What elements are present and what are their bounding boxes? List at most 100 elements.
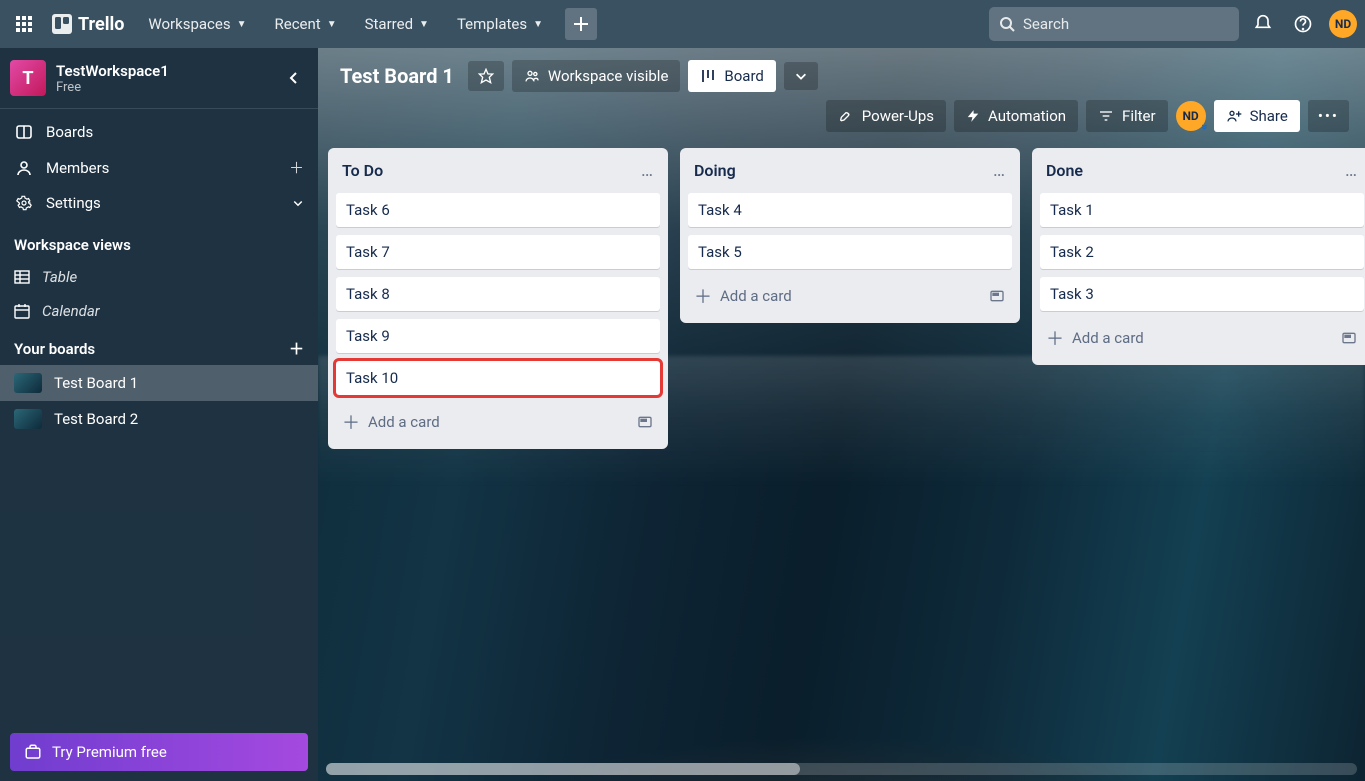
list-menu-button[interactable]: …	[993, 160, 1006, 181]
list-title[interactable]: Doing	[694, 161, 736, 180]
help-button[interactable]	[1287, 8, 1319, 40]
powerups-button[interactable]: Power-Ups	[826, 100, 946, 132]
bell-icon	[1253, 14, 1273, 34]
view-switch-dropdown[interactable]	[784, 62, 818, 90]
nav-workspaces[interactable]: Workspaces ▼	[136, 9, 258, 39]
workspace-tile: T	[10, 60, 46, 96]
nav-templates[interactable]: Templates▼	[445, 9, 555, 39]
card[interactable]: Task 5	[688, 235, 1012, 269]
card[interactable]: Task 1	[1040, 193, 1364, 227]
sidebar-item-members[interactable]: Members ＋	[0, 149, 318, 186]
sidebar-item-settings[interactable]: Settings	[0, 186, 318, 220]
premium-cta-button[interactable]: Try Premium free	[10, 733, 308, 771]
list-menu-button[interactable]: …	[641, 160, 654, 181]
sidebar-board-item[interactable]: Test Board 1	[0, 365, 318, 401]
search-input[interactable]	[1023, 15, 1229, 33]
add-member-button[interactable]: ＋	[289, 157, 304, 178]
chevron-down-icon	[292, 197, 304, 209]
sidebar-item-label: Members	[46, 159, 109, 177]
star-icon	[478, 68, 494, 84]
sidebar-item-boards[interactable]: Boards	[0, 115, 318, 149]
board-toolbar: Power-Ups Automation Filter ND Share •••	[318, 96, 1365, 142]
share-label: Share	[1250, 107, 1288, 125]
plus-icon: ＋	[694, 283, 712, 309]
your-boards-heading: Your boards ＋	[0, 328, 318, 365]
view-switch-button[interactable]: Board	[688, 60, 775, 92]
board-area: Test Board 1 Workspace visible Board Pow…	[318, 48, 1365, 781]
sidebar-board-item[interactable]: Test Board 2	[0, 401, 318, 437]
board-member-avatar[interactable]: ND	[1176, 101, 1206, 131]
sidebar-view-label: Table	[42, 268, 77, 286]
collapse-sidebar-button[interactable]	[280, 64, 308, 92]
card[interactable]: Task 9	[336, 319, 660, 353]
board-view-icon	[700, 68, 716, 84]
nav-workspaces-label: Workspaces	[148, 15, 230, 33]
gear-icon	[16, 195, 32, 211]
scrollbar-thumb[interactable]	[326, 763, 800, 775]
card-template-button[interactable]	[636, 414, 654, 430]
workspace-name: TestWorkspace1	[56, 62, 169, 80]
trello-logo[interactable]: Trello	[44, 14, 132, 35]
sidebar-view-table[interactable]: Table	[0, 260, 318, 294]
list: To Do … Task 6 Task 7 Task 8 Task 9 Task 10 ＋Ad…	[328, 148, 668, 449]
people-icon	[524, 68, 540, 84]
premium-cta-label: Try Premium free	[52, 743, 167, 761]
add-card-button[interactable]: ＋Add a card	[336, 403, 660, 441]
horizontal-scrollbar[interactable]	[326, 763, 1357, 775]
sidebar-view-label: Calendar	[42, 302, 100, 320]
apps-launcher-button[interactable]	[8, 8, 40, 40]
share-icon	[1226, 108, 1242, 124]
plus-icon: ＋	[342, 409, 360, 435]
trello-logo-icon	[52, 14, 72, 34]
board-thumbnail	[14, 409, 42, 429]
filter-label: Filter	[1122, 107, 1156, 125]
more-icon: •••	[1318, 107, 1339, 125]
lists-container: To Do … Task 6 Task 7 Task 8 Task 9 Task 10 ＋ Ad…	[318, 142, 1365, 455]
create-button[interactable]	[565, 8, 597, 40]
notifications-button[interactable]	[1247, 8, 1279, 40]
filter-button[interactable]: Filter	[1086, 100, 1168, 132]
star-board-button[interactable]	[468, 61, 504, 91]
view-switch-label: Board	[724, 67, 763, 85]
list-header: Doing …	[688, 156, 1012, 185]
add-board-button[interactable]: ＋	[289, 338, 304, 359]
logo-text: Trello	[78, 14, 124, 35]
card[interactable]: Task 10	[336, 361, 660, 395]
automation-label: Automation	[988, 107, 1066, 125]
card[interactable]: Task 4	[688, 193, 1012, 227]
chevron-down-icon: ▼	[419, 19, 429, 30]
chevron-down-icon: ▼	[237, 19, 247, 30]
board-title[interactable]: Test Board 1	[334, 60, 460, 92]
card[interactable]: Task 8	[336, 277, 660, 311]
sidebar-view-calendar[interactable]: Calendar	[0, 294, 318, 328]
board-thumbnail	[14, 373, 42, 393]
list-title[interactable]: To Do	[342, 161, 383, 180]
visibility-button[interactable]: Workspace visible	[512, 60, 681, 92]
list-menu-button[interactable]: …	[1345, 160, 1358, 181]
card-template-button[interactable]	[988, 288, 1006, 304]
card[interactable]: Task 7	[336, 235, 660, 269]
board-icon	[16, 124, 32, 140]
settings-expand-button[interactable]	[292, 197, 304, 209]
card[interactable]: Task 6	[336, 193, 660, 227]
account-avatar[interactable]: ND	[1329, 10, 1357, 38]
board-menu-button[interactable]: •••	[1308, 100, 1349, 132]
add-card-button[interactable]: ＋ Add a card	[688, 277, 1012, 315]
nav-starred-label: Starred	[365, 15, 413, 33]
list-title[interactable]: Done	[1046, 161, 1083, 180]
automation-button[interactable]: Automation	[954, 100, 1078, 132]
nav-starred[interactable]: Starred ▼	[353, 9, 441, 39]
chevron-left-icon	[286, 70, 302, 86]
calendar-icon	[14, 303, 30, 319]
card[interactable]: Task 3	[1040, 277, 1364, 311]
add-card-button[interactable]: ＋Add a card	[1040, 319, 1364, 357]
share-button[interactable]: Share	[1214, 100, 1300, 132]
nav-recent[interactable]: Recent▼	[263, 9, 349, 39]
add-card-label: Add a card	[720, 287, 792, 305]
sidebar-nav: Boards Members ＋ Settings	[0, 109, 318, 226]
search-box[interactable]	[989, 7, 1239, 41]
list-header: To Do …	[336, 156, 660, 185]
card[interactable]: Task 2	[1040, 235, 1364, 269]
card-template-button[interactable]	[1340, 330, 1358, 346]
board-header: Test Board 1 Workspace visible Board	[318, 48, 1365, 96]
